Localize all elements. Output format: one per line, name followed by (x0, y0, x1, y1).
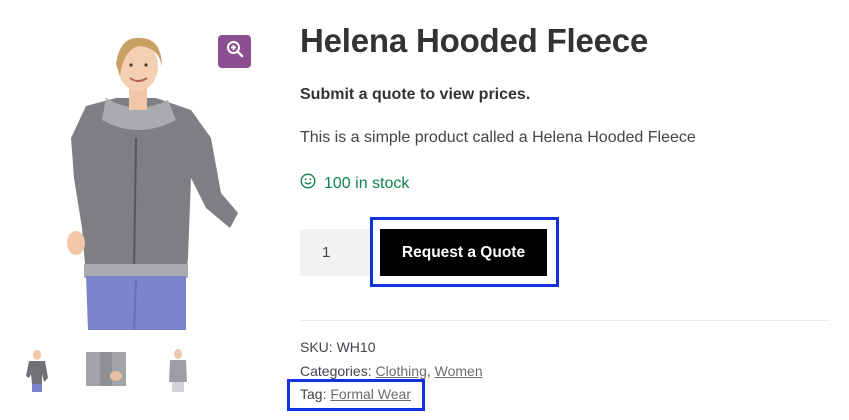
product-description: This is a simple product called a Helena… (300, 129, 696, 146)
product-title: Helena Hooded Fleece (300, 22, 649, 59)
smiley-icon (300, 173, 316, 194)
thumbnail-detail[interactable] (86, 348, 126, 392)
sku-label: SKU: (300, 339, 333, 355)
category-link-clothing[interactable]: Clothing (375, 363, 426, 379)
product-main-image[interactable] (16, 28, 256, 331)
category-separator: , (426, 363, 431, 379)
request-quote-button[interactable]: Request a Quote (380, 229, 547, 276)
categories-label: Categories: (300, 363, 372, 379)
sku-line: SKU: WH10 (300, 339, 375, 355)
quote-notice: Submit a quote to view prices. (300, 86, 531, 103)
thumbnail-side[interactable] (164, 348, 192, 392)
quantity-input[interactable] (300, 229, 372, 276)
magnifier-plus-icon (226, 40, 244, 63)
thumbnail-strip (0, 348, 260, 392)
categories-line: Categories: Clothing, Women (300, 363, 483, 379)
sku-value: WH10 (336, 339, 376, 355)
tag-line: Tag: Formal Wear (300, 386, 411, 402)
category-link-women[interactable]: Women (435, 363, 483, 379)
zoom-button[interactable] (218, 35, 251, 68)
tag-link-formal-wear[interactable]: Formal Wear (330, 386, 411, 402)
stock-status: 100 in stock (300, 173, 409, 194)
stock-text: 100 in stock (324, 174, 410, 192)
thumbnail-front[interactable] (22, 348, 52, 392)
tag-label: Tag: (300, 386, 327, 402)
divider (300, 320, 830, 321)
